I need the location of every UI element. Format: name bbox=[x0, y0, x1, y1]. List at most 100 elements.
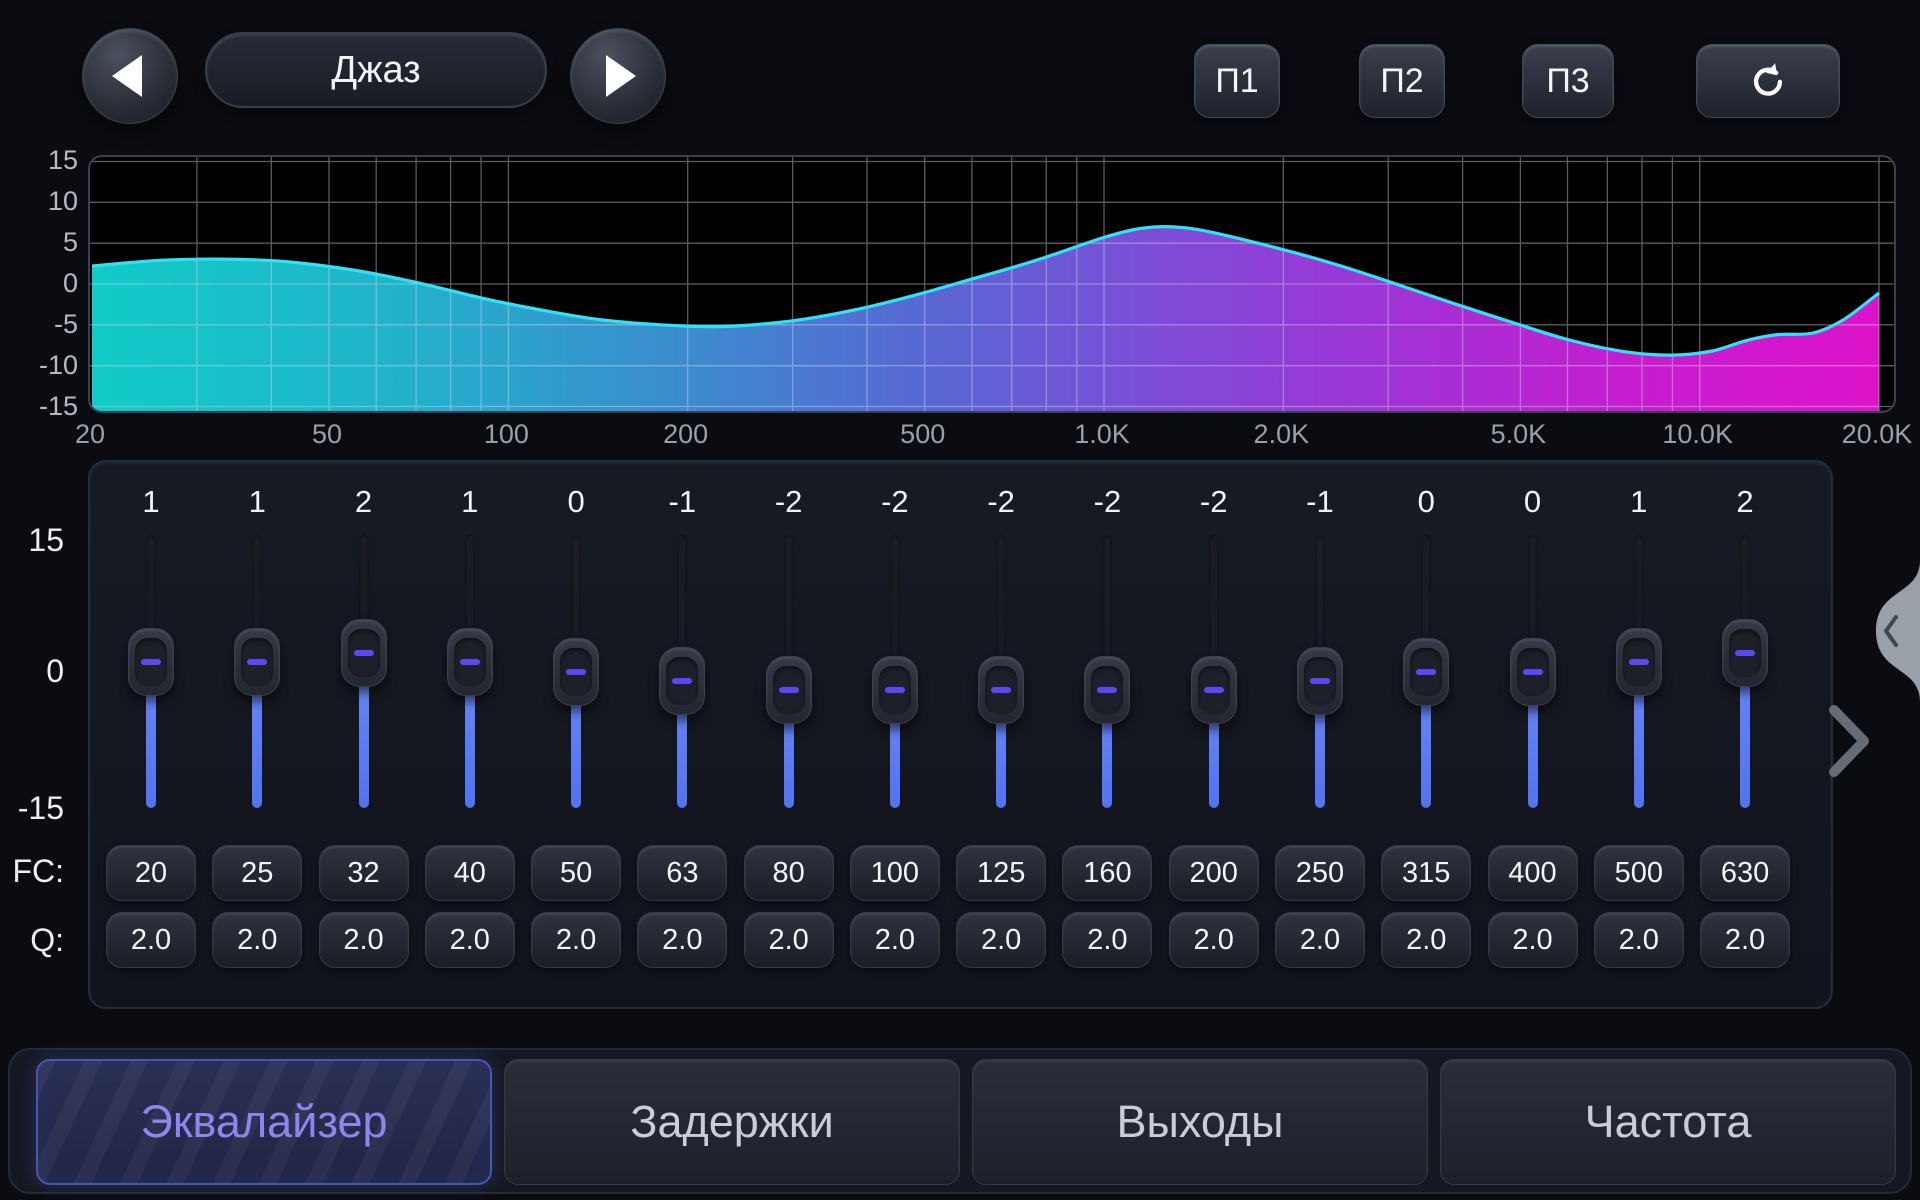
band-q-button[interactable]: 2.0 bbox=[1062, 912, 1152, 968]
band-fc-button[interactable]: 315 bbox=[1381, 845, 1471, 901]
slider-scale-max-label: 15 bbox=[0, 524, 64, 556]
band-slider-handle[interactable] bbox=[128, 628, 174, 696]
band-fc-button[interactable]: 25 bbox=[212, 845, 302, 901]
x-axis-tick-label: 10.0K bbox=[1643, 419, 1753, 450]
band-slider-handle[interactable] bbox=[978, 656, 1024, 724]
y-axis-tick-label: 5 bbox=[18, 229, 78, 256]
band-q-button[interactable]: 2.0 bbox=[1169, 912, 1259, 968]
band-q-button[interactable]: 2.0 bbox=[1381, 912, 1471, 968]
slider-handle-dash-icon bbox=[1097, 687, 1117, 693]
slider-handle-face bbox=[666, 657, 698, 705]
expand-panel-button[interactable] bbox=[1828, 704, 1872, 783]
slider-handle-dash-icon bbox=[1310, 678, 1330, 684]
slider-handle-dash-icon bbox=[1629, 659, 1649, 665]
band-slider-handle[interactable] bbox=[1084, 656, 1130, 724]
eq-band-column: 15002.0 bbox=[1594, 460, 1684, 1009]
slider-handle-face bbox=[454, 638, 486, 686]
preset-name: Джаз bbox=[331, 49, 420, 92]
band-q-button[interactable]: 2.0 bbox=[531, 912, 621, 968]
band-q-button[interactable]: 2.0 bbox=[1488, 912, 1578, 968]
slider-handle-face bbox=[1517, 648, 1549, 696]
band-gain-value: 0 bbox=[1488, 484, 1578, 520]
band-slider-handle[interactable] bbox=[766, 656, 812, 724]
slider-handle-dash-icon bbox=[141, 659, 161, 665]
band-slider-handle[interactable] bbox=[659, 647, 705, 715]
band-slider-handle[interactable] bbox=[1403, 638, 1449, 706]
slider-handle-dash-icon bbox=[1204, 687, 1224, 693]
band-fc-button[interactable]: 80 bbox=[744, 845, 834, 901]
side-drawer-handle[interactable] bbox=[1862, 560, 1920, 702]
eq-band-column: -1 63 2.0 bbox=[637, 460, 727, 1009]
tab-frequency[interactable]: Частота bbox=[1440, 1059, 1896, 1185]
band-fc-button[interactable]: 63 bbox=[637, 845, 727, 901]
y-axis-tick-label: 15 bbox=[18, 147, 78, 174]
band-q-button[interactable]: 2.0 bbox=[1700, 912, 1790, 968]
band-slider-handle[interactable] bbox=[872, 656, 918, 724]
y-axis-tick-label: -15 bbox=[18, 393, 78, 420]
band-q-button[interactable]: 2.0 bbox=[744, 912, 834, 968]
y-axis-tick-label: 0 bbox=[18, 270, 78, 297]
band-q-button[interactable]: 2.0 bbox=[425, 912, 515, 968]
x-axis-tick-label: 2.0K bbox=[1226, 419, 1336, 450]
band-slider-handle[interactable] bbox=[341, 619, 387, 687]
band-fc-button[interactable]: 160 bbox=[1062, 845, 1152, 901]
slider-handle-face bbox=[560, 648, 592, 696]
x-axis-tick-label: 1.0K bbox=[1047, 419, 1157, 450]
band-slider-handle[interactable] bbox=[1297, 647, 1343, 715]
band-q-button[interactable]: 2.0 bbox=[637, 912, 727, 968]
tab-equalizer[interactable]: Эквалайзер bbox=[36, 1059, 492, 1185]
band-q-button[interactable]: 2.0 bbox=[319, 912, 409, 968]
band-slider-handle[interactable] bbox=[1616, 628, 1662, 696]
chevron-right-icon bbox=[1834, 710, 1864, 772]
slider-handle-face bbox=[879, 666, 911, 714]
band-slider-handle[interactable] bbox=[553, 638, 599, 706]
eq-band-column: -12502.0 bbox=[1275, 460, 1365, 1009]
preset-slot-1-button[interactable]: П1 bbox=[1194, 44, 1280, 118]
x-axis-tick-label: 5.0K bbox=[1463, 419, 1573, 450]
x-axis-tick-label: 200 bbox=[631, 419, 741, 450]
tab-delays[interactable]: Задержки bbox=[504, 1059, 960, 1185]
eq-band-column: 1202.0 bbox=[106, 460, 196, 1009]
band-gain-value: -2 bbox=[744, 484, 834, 520]
band-gain-value: 2 bbox=[1700, 484, 1790, 520]
band-fc-button[interactable]: 50 bbox=[531, 845, 621, 901]
band-fc-button[interactable]: 100 bbox=[850, 845, 940, 901]
tab-label: Задержки bbox=[630, 1096, 833, 1148]
band-q-button[interactable]: 2.0 bbox=[850, 912, 940, 968]
band-fc-button[interactable]: 630 bbox=[1700, 845, 1790, 901]
band-fc-button[interactable]: 500 bbox=[1594, 845, 1684, 901]
prev-preset-button[interactable] bbox=[82, 28, 178, 124]
band-fc-button[interactable]: 250 bbox=[1275, 845, 1365, 901]
band-slider-handle[interactable] bbox=[1191, 656, 1237, 724]
slider-handle-dash-icon bbox=[672, 678, 692, 684]
band-slider-handle[interactable] bbox=[1510, 638, 1556, 706]
drawer-tab-shape bbox=[1876, 560, 1920, 702]
eq-band-column: 0502.0 bbox=[531, 460, 621, 1009]
preset-slot-3-button[interactable]: П3 bbox=[1522, 44, 1614, 118]
band-fc-button[interactable]: 32 bbox=[319, 845, 409, 901]
reset-button[interactable] bbox=[1696, 44, 1840, 118]
slider-handle-face bbox=[1410, 648, 1442, 696]
band-slider-handle[interactable] bbox=[234, 628, 280, 696]
band-slider-handle[interactable] bbox=[447, 628, 493, 696]
next-preset-button[interactable] bbox=[570, 28, 666, 124]
band-fc-button[interactable]: 125 bbox=[956, 845, 1046, 901]
band-q-button[interactable]: 2.0 bbox=[956, 912, 1046, 968]
band-fc-button[interactable]: 200 bbox=[1169, 845, 1259, 901]
band-q-button[interactable]: 2.0 bbox=[212, 912, 302, 968]
band-slider-handle[interactable] bbox=[1722, 619, 1768, 687]
preset-slot-2-button[interactable]: П2 bbox=[1359, 44, 1445, 118]
band-fc-button[interactable]: 40 bbox=[425, 845, 515, 901]
band-gain-value: -1 bbox=[637, 484, 727, 520]
tab-outputs[interactable]: Выходы bbox=[972, 1059, 1428, 1185]
slider-handle-face bbox=[1091, 666, 1123, 714]
q-row-label: Q: bbox=[0, 924, 64, 956]
preset-selector[interactable]: Джаз bbox=[205, 32, 547, 108]
band-q-button[interactable]: 2.0 bbox=[106, 912, 196, 968]
x-axis-tick-label: 100 bbox=[451, 419, 561, 450]
band-q-button[interactable]: 2.0 bbox=[1275, 912, 1365, 968]
band-fc-button[interactable]: 400 bbox=[1488, 845, 1578, 901]
band-q-button[interactable]: 2.0 bbox=[1594, 912, 1684, 968]
tab-label: Эквалайзер bbox=[140, 1096, 387, 1148]
band-fc-button[interactable]: 20 bbox=[106, 845, 196, 901]
